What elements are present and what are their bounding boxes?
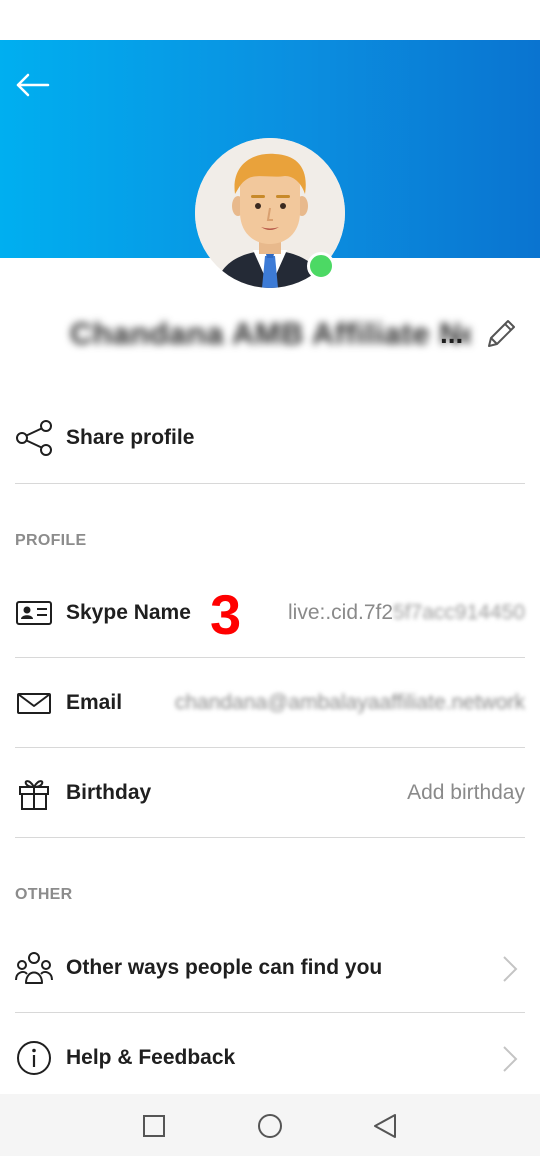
help-feedback-row[interactable]: Help & Feedback <box>15 1013 525 1103</box>
skype-name-value: live:.cid.7f25f7acc914450 <box>288 568 525 658</box>
system-back-button[interactable] <box>365 1106 405 1146</box>
circle-icon <box>258 1114 282 1138</box>
birthday-label: Birthday <box>66 781 152 804</box>
share-profile-label: Share profile <box>66 426 195 449</box>
home-button[interactable] <box>250 1106 290 1146</box>
info-icon <box>17 1041 51 1075</box>
birthday-row[interactable]: Birthday Add birthday <box>15 748 525 838</box>
other-ways-label: Other ways people can find you <box>66 956 383 979</box>
envelope-icon <box>17 693 51 714</box>
system-navigation-bar <box>0 1094 540 1156</box>
square-icon <box>143 1115 165 1137</box>
divider <box>15 837 525 838</box>
help-feedback-label: Help & Feedback <box>66 1046 236 1069</box>
chevron-right-icon <box>503 1046 518 1072</box>
annotation-marker: 3 <box>210 583 242 646</box>
email-label: Email <box>66 691 123 714</box>
online-status-dot <box>307 252 335 280</box>
gift-icon <box>19 780 49 810</box>
display-name: Chandana AMB Affiliate Network <box>70 316 470 351</box>
arrow-left-icon <box>16 73 50 97</box>
divider <box>15 483 525 484</box>
pencil-icon <box>488 320 515 347</box>
people-icon <box>15 952 53 984</box>
status-bar <box>0 0 540 40</box>
section-title-profile: PROFILE <box>15 532 87 549</box>
other-ways-row[interactable]: Other ways people can find you <box>15 923 525 1013</box>
email-value: chandana@ambalayaaffiliate.network <box>174 691 525 714</box>
section-title-other: OTHER <box>15 886 73 903</box>
id-card-icon <box>16 601 52 625</box>
back-button[interactable] <box>14 66 52 104</box>
skype-name-row[interactable]: Skype Name live:.cid.7f25f7acc914450 <box>15 568 525 658</box>
email-row[interactable]: Email chandana@ambalayaaffiliate.network <box>15 658 525 748</box>
skype-name-value-blurred: 5f7acc914450 <box>393 601 525 624</box>
chevron-right-icon <box>503 956 518 982</box>
display-name-ellipsis: ... <box>440 318 464 349</box>
birthday-value[interactable]: Add birthday <box>407 748 525 838</box>
share-profile-row[interactable]: Share profile <box>15 393 525 483</box>
skype-name-value-visible: live:.cid.7f2 <box>287 601 394 624</box>
triangle-back-icon <box>374 1114 396 1138</box>
recents-button[interactable] <box>134 1106 174 1146</box>
edit-name-button[interactable] <box>483 316 519 352</box>
skype-name-label: Skype Name <box>66 601 191 624</box>
share-icon <box>16 420 52 456</box>
